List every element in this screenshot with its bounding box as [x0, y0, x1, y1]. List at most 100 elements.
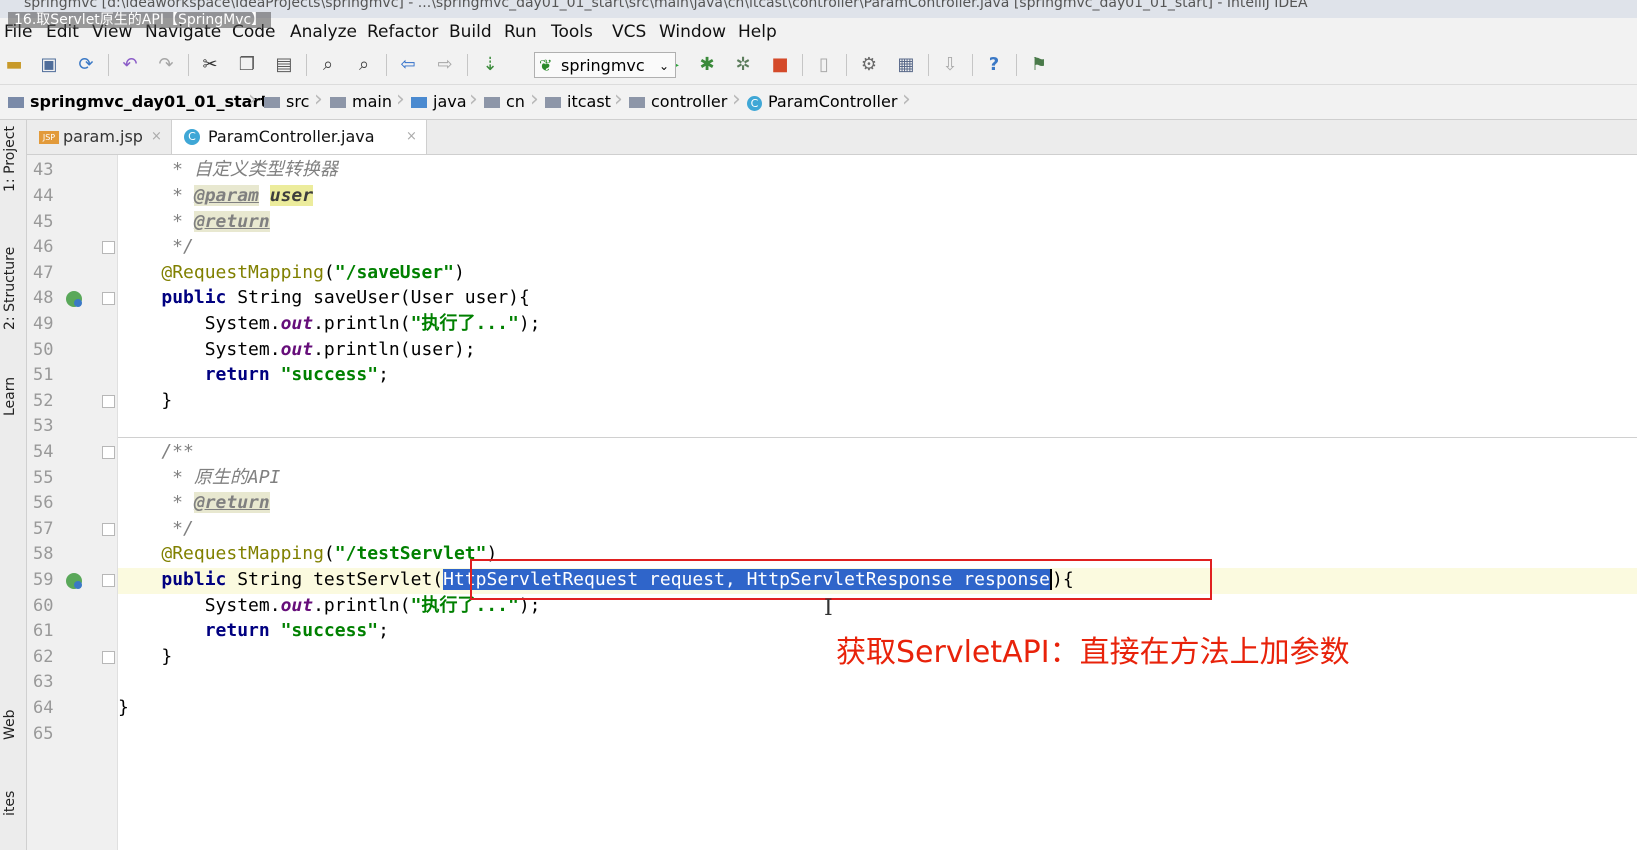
line-number: 51: [33, 365, 54, 385]
menu-build[interactable]: Build: [449, 22, 492, 42]
spring-bean-icon[interactable]: [65, 290, 83, 308]
forward-icon[interactable]: ⇨: [433, 54, 457, 76]
breadcrumb-label: controller: [651, 92, 728, 111]
breadcrumb-separator-icon: ›: [732, 87, 741, 112]
coverage-icon[interactable]: ✲: [731, 54, 755, 76]
line-number: 55: [33, 468, 54, 488]
find-icon[interactable]: ⌕: [316, 54, 340, 76]
breadcrumb-label: springmvc_day01_01_start: [30, 92, 269, 111]
editor-tab-bar: JSP param.jsp × C ParamController.java ×: [27, 120, 1637, 155]
class-icon: C: [747, 96, 762, 111]
build-project-icon[interactable]: ⇣: [478, 54, 502, 76]
code-line-62: }: [118, 646, 173, 667]
code-line-50: System.out.println(user);: [118, 339, 476, 360]
line-number: 43: [33, 160, 54, 180]
breadcrumb-item-java[interactable]: java: [411, 92, 467, 111]
toolbar-separator: [108, 54, 109, 76]
attach-icon[interactable]: ▯: [812, 54, 836, 76]
breadcrumb-item-itcast[interactable]: itcast: [545, 92, 611, 111]
sdk-icon[interactable]: ⇩: [938, 54, 962, 76]
menu-run[interactable]: Run: [504, 22, 537, 42]
close-icon[interactable]: ×: [151, 120, 162, 154]
back-icon[interactable]: ⇦: [396, 54, 420, 76]
code-line-43: * 自定义类型转换器: [118, 159, 338, 180]
cut-icon[interactable]: ✂: [198, 54, 222, 76]
spring-bean-icon[interactable]: [65, 572, 83, 590]
menu-tools[interactable]: Tools: [551, 22, 593, 42]
redo-icon[interactable]: ↷: [154, 54, 178, 76]
menu-window[interactable]: Window: [659, 22, 726, 42]
code-line-57: */: [118, 518, 194, 539]
code-line-51: return "success";: [204, 364, 389, 385]
folder-icon: [264, 97, 280, 108]
menu-refactor[interactable]: Refactor: [367, 22, 438, 42]
menu-analyze[interactable]: Analyze: [290, 22, 357, 42]
package-icon: [629, 97, 645, 108]
open-folder-icon[interactable]: ▬: [2, 54, 26, 76]
breadcrumb-item-class[interactable]: C ParamController: [747, 92, 897, 111]
breadcrumb-item-module[interactable]: springmvc_day01_01_start: [8, 92, 268, 111]
tab-label: param.jsp: [63, 127, 143, 146]
breadcrumb-item-controller[interactable]: controller: [629, 92, 727, 111]
fold-marker-icon[interactable]: [102, 292, 115, 305]
plugin-icon[interactable]: ⚑: [1027, 54, 1051, 76]
breadcrumb-label: java: [433, 92, 467, 111]
copy-icon[interactable]: ❐: [235, 54, 259, 76]
breadcrumb: springmvc_day01_01_start › src › main › …: [0, 85, 1637, 120]
code-line-47: @RequestMapping("/saveUser"): [161, 262, 465, 283]
fold-marker-icon[interactable]: [102, 651, 115, 664]
run-config-dropdown[interactable]: ❦ springmvc ⌄: [534, 52, 676, 78]
help-icon[interactable]: ?: [982, 54, 1006, 76]
project-structure-icon[interactable]: ▦: [894, 54, 918, 76]
replace-icon[interactable]: ⌕: [352, 54, 376, 76]
paste-icon[interactable]: ▤: [272, 54, 296, 76]
sync-icon[interactable]: ⟳: [74, 54, 98, 76]
line-number: 65: [33, 724, 54, 744]
menu-help[interactable]: Help: [738, 22, 777, 42]
close-icon[interactable]: ×: [406, 120, 417, 154]
method-separator: [118, 437, 1637, 438]
highlight-box: [470, 559, 1212, 600]
fold-marker-icon[interactable]: [102, 523, 115, 536]
text-cursor-icon: I: [824, 596, 833, 621]
debug-icon[interactable]: ✱: [695, 54, 719, 76]
breadcrumb-item-src[interactable]: src: [264, 92, 309, 111]
save-icon[interactable]: ▣: [37, 54, 61, 76]
breadcrumb-separator-icon: ›: [469, 87, 478, 112]
side-tab-learn[interactable]: Learn: [2, 377, 18, 416]
line-number: 57: [33, 519, 54, 539]
tab-param-controller-java[interactable]: C ParamController.java ×: [171, 120, 427, 154]
side-tab-structure[interactable]: 2: Structure: [2, 247, 18, 330]
toolbar-separator: [467, 54, 468, 76]
code-line-54: /**: [118, 441, 194, 462]
chevron-down-icon: ⌄: [659, 59, 670, 73]
toolbar-separator: [1016, 54, 1017, 76]
left-tool-strip: 1: Project 2: Structure Learn Web ites: [0, 120, 27, 850]
source-folder-icon: [411, 97, 427, 108]
side-tab-favorites[interactable]: ites: [2, 791, 18, 816]
fold-marker-icon[interactable]: [102, 574, 115, 587]
line-number: 45: [33, 212, 54, 232]
window-title: springmvc [d:\ideaworkspace\IdeaProjects…: [24, 0, 1308, 11]
tab-param-jsp[interactable]: JSP param.jsp ×: [31, 120, 167, 154]
side-tab-project[interactable]: 1: Project: [2, 126, 18, 192]
breadcrumb-separator-icon: ›: [614, 87, 623, 112]
code-editor[interactable]: * 自定义类型转换器 * @param user * @return */ @R…: [118, 155, 1637, 850]
line-number: 64: [33, 698, 54, 718]
toolbar-separator: [846, 54, 847, 76]
menu-vcs[interactable]: VCS: [612, 22, 646, 42]
line-number: 49: [33, 314, 54, 334]
side-tab-web[interactable]: Web: [2, 709, 18, 740]
stop-icon[interactable]: ■: [768, 54, 792, 76]
breadcrumb-item-cn[interactable]: cn: [484, 92, 525, 111]
breadcrumb-item-main[interactable]: main: [330, 92, 392, 111]
toolbar-separator: [386, 54, 387, 76]
fold-marker-icon[interactable]: [102, 241, 115, 254]
undo-icon[interactable]: ↶: [118, 54, 142, 76]
jsp-file-icon: JSP: [39, 131, 59, 144]
code-line-56: * @return: [118, 492, 270, 513]
settings-icon[interactable]: ⚙: [857, 54, 881, 76]
fold-marker-icon[interactable]: [102, 446, 115, 459]
fold-marker-icon[interactable]: [102, 395, 115, 408]
breadcrumb-separator-icon: ›: [396, 87, 405, 112]
